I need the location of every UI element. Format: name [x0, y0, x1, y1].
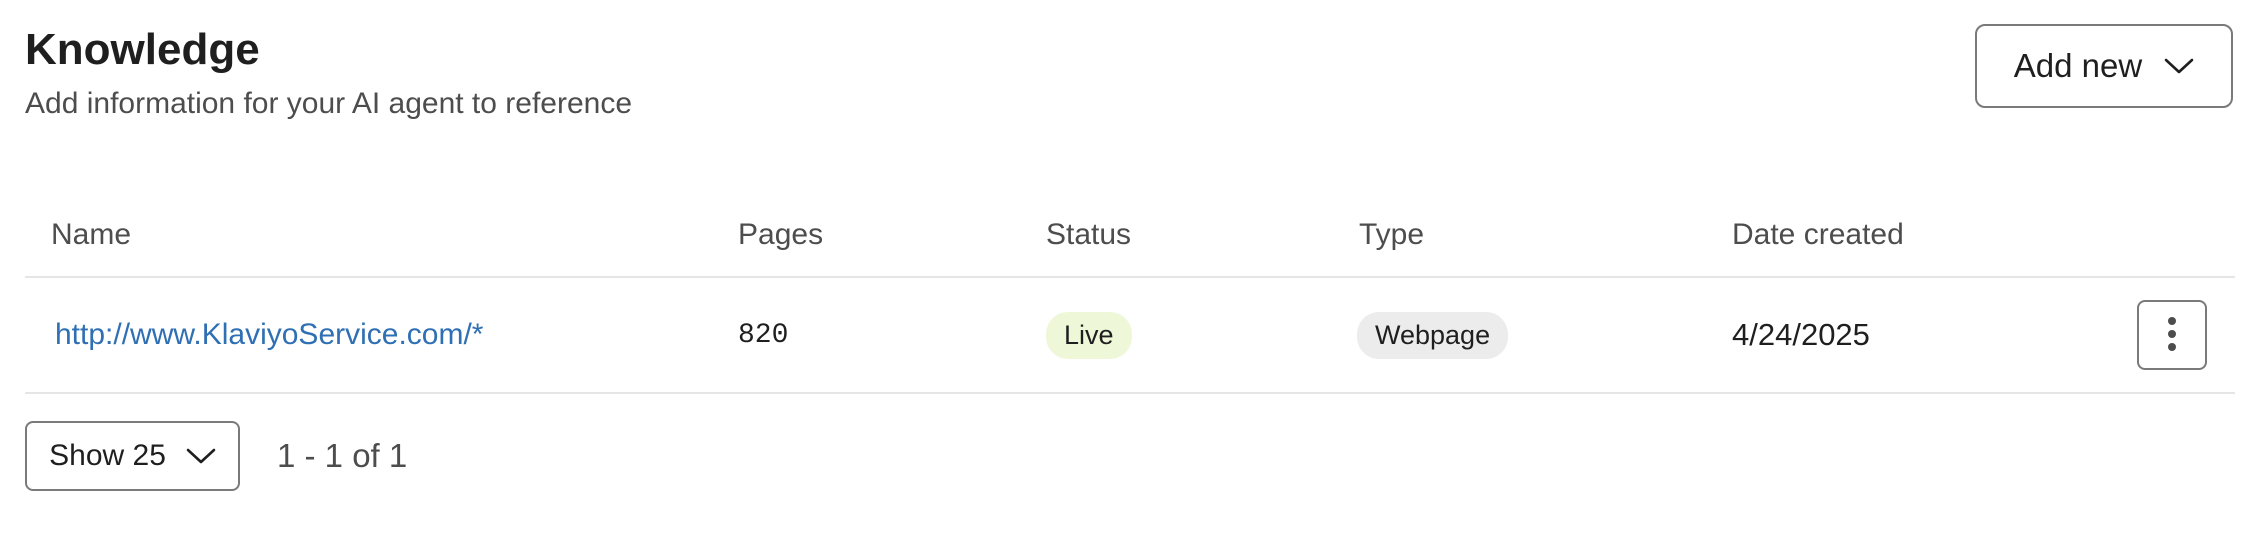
- date-created-cell: 4/24/2025: [1732, 278, 1870, 392]
- table-footer: Show 25 1 - 1 of 1: [25, 421, 407, 491]
- status-cell: Live: [1046, 278, 1132, 392]
- add-new-button[interactable]: Add new: [1975, 24, 2233, 108]
- table-header: Name Pages Status Type Date created: [25, 190, 2235, 278]
- page-header: Knowledge Add information for your AI ag…: [25, 22, 632, 124]
- chevron-down-icon: [186, 447, 216, 465]
- page-size-select[interactable]: Show 25: [25, 421, 240, 491]
- add-new-label: Add new: [2013, 47, 2143, 84]
- column-header-pages: Pages: [738, 218, 824, 251]
- name-cell: http://www.KlaviyoService.com/*: [55, 278, 483, 392]
- page-subtitle: Add information for your AI agent to ref…: [25, 87, 633, 120]
- chevron-down-icon: [2164, 57, 2194, 75]
- column-header-date-created: Date created: [1732, 218, 1904, 251]
- pages-value: 820: [738, 319, 789, 351]
- date-created-value: 4/24/2025: [1732, 317, 1870, 352]
- type-badge: Webpage: [1357, 311, 1509, 359]
- page-title: Knowledge: [25, 25, 260, 74]
- knowledge-table: Name Pages Status Type Date created http…: [25, 190, 2235, 394]
- pages-cell: 820: [738, 278, 788, 392]
- knowledge-source-link[interactable]: http://www.KlaviyoService.com/*: [55, 318, 483, 352]
- row-actions-button[interactable]: [2137, 300, 2207, 370]
- more-vertical-icon: [2167, 316, 2177, 355]
- pagination-range: 1 - 1 of 1: [277, 437, 408, 474]
- column-header-name: Name: [51, 218, 132, 251]
- status-badge: Live: [1046, 311, 1132, 359]
- column-header-status: Status: [1046, 218, 1132, 251]
- table-row: http://www.KlaviyoService.com/* 820 Live…: [25, 278, 2235, 394]
- column-header-type: Type: [1359, 218, 1425, 251]
- type-cell: Webpage: [1357, 278, 1509, 392]
- page-size-label: Show 25: [49, 439, 166, 472]
